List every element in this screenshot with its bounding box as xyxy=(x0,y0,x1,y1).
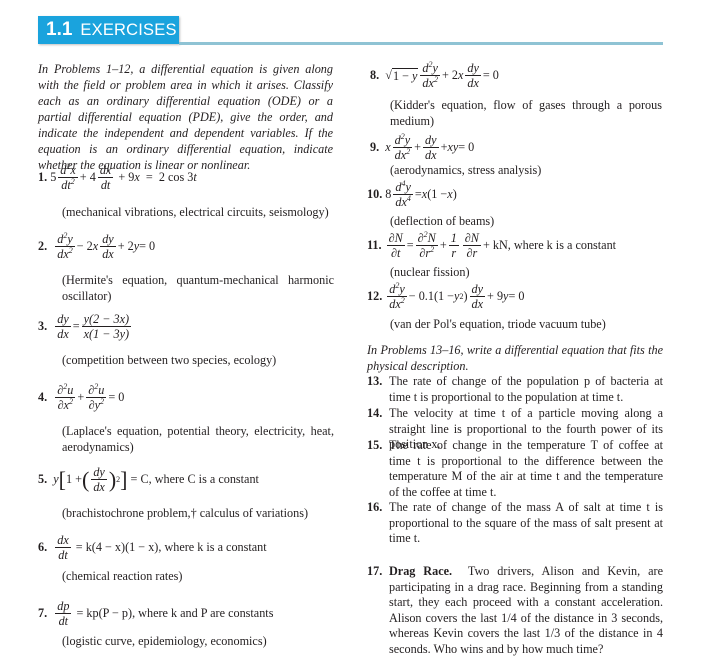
problem-number: 15. xyxy=(367,438,383,452)
problem-6-description: (chemical reaction rates) xyxy=(62,569,183,583)
problem-7-equation: 7. dp dt = kp(P − p), where k and P are c… xyxy=(38,599,274,628)
problem-5-description: (brachistochrone problem,† calculus of v… xyxy=(62,506,309,520)
problem-number: 11. xyxy=(367,238,382,252)
problem-number: 5. xyxy=(38,472,48,486)
problem-3-equation: 3. dy dx = y(2 − 3x) x(1 − 3y) xyxy=(38,312,132,341)
problem-number: 7. xyxy=(38,606,48,620)
problem-16: 16. The rate of change of the mass A of … xyxy=(367,500,663,547)
problem-number: 1. xyxy=(38,170,48,184)
problem-5-equation: 5. y[1 +(dy dx) 2] = C, where C is a const… xyxy=(38,465,259,494)
equation-suffix: + kN, where k is a constant xyxy=(482,238,617,252)
problem-3-description: (competition between two species, ecolog… xyxy=(62,353,277,367)
problem-text: The rate of change of the mass A of salt… xyxy=(389,500,663,545)
equation-suffix: = k(4 − x)(1 − x), where k is a constant xyxy=(75,540,267,554)
intro-problems-1-12: In Problems 1–12, a differential equatio… xyxy=(38,62,333,172)
problem-7-description: (logistic curve, epidemiology, economics… xyxy=(62,634,267,648)
problem-number: 10. xyxy=(367,187,383,201)
problem-title: Drag Race. xyxy=(389,564,453,578)
problem-number: 17. xyxy=(367,564,383,578)
problem-number: 8. xyxy=(370,68,380,82)
problem-2-description: (Hermite's equation, quantum-mechanical … xyxy=(62,273,334,303)
problem-2-equation: 2. d2y dx2− 2 x dy dx + 2y = 0 xyxy=(38,230,156,261)
intro-problems-13-16: In Problems 13–16, write a differential … xyxy=(367,343,663,373)
problem-1-equation: 1. 5 d2x dt2 + 4 dx dt + 9x = 2 cos 3t xyxy=(38,161,197,192)
problem-4-description: (Laplace's equation, potential theory, e… xyxy=(62,424,334,454)
problem-number: 6. xyxy=(38,540,48,554)
problem-text: The rate of change in the temperature T … xyxy=(389,438,663,499)
problem-15: 15. The rate of change in the temperatur… xyxy=(367,438,663,500)
problem-9-equation: 9. x d2y dx2 + dy dx + xy = 0 xyxy=(370,131,475,162)
problem-number: 3. xyxy=(38,319,48,333)
problem-12-description: (van der Pol's equation, triode vacuum t… xyxy=(390,317,606,331)
problem-number: 9. xyxy=(370,140,380,154)
section-number: 1.1 xyxy=(46,19,73,40)
problem-4-equation: 4. ∂2u ∂x2 + ∂2u ∂y2 = 0 xyxy=(38,381,125,412)
problem-number: 2. xyxy=(38,239,48,253)
problem-9-description: (aerodynamics, stress analysis) xyxy=(390,163,542,177)
header-rule xyxy=(179,42,663,45)
problem-8-equation: 8. √ 1 − y d2y dx2 + 2 x dy dx = 0 xyxy=(370,59,499,90)
equation-suffix: = kp(P − p), where k and P are constants xyxy=(76,606,274,620)
problem-number: 14. xyxy=(367,406,383,420)
problem-10-equation: 10. 8 d4y dx4 = x (1 − x) xyxy=(367,178,457,209)
problem-text: Drag Race. Two drivers, Alison and Kevin… xyxy=(389,564,663,657)
problem-number: 12. xyxy=(367,289,383,303)
problem-12-equation: 12. d2y dx2− 0.1(1 − y 2) dy dx + 9y = 0 xyxy=(367,280,525,311)
problem-number: 16. xyxy=(367,500,383,514)
problem-13: 13. The rate of change of the population… xyxy=(367,374,663,405)
section-title: EXERCISES xyxy=(80,20,177,39)
problem-text: The rate of change of the population p o… xyxy=(389,374,663,404)
problem-number: 4. xyxy=(38,390,48,404)
problem-17: 17. Drag Race. Two drivers, Alison and K… xyxy=(367,564,663,657)
problem-10-description: (deflection of beams) xyxy=(390,214,495,228)
problem-8-description: (Kidder's equation, flow of gases throug… xyxy=(390,98,662,128)
problem-11-description: (nuclear fission) xyxy=(390,265,470,279)
section-header: 1.1 EXERCISES xyxy=(38,16,179,44)
problem-number: 13. xyxy=(367,374,383,388)
problem-1-description: (mechanical vibrations, electrical circu… xyxy=(62,205,329,219)
problem-6-equation: 6. dx dt = k(4 − x)(1 − x), where k is a … xyxy=(38,533,267,562)
equation-suffix: = C, where C is a constant xyxy=(130,472,259,486)
problem-11-equation: 11. ∂N ∂t = ∂2N ∂r2 +1 r ∂N ∂r + kN, where k is a… xyxy=(367,229,617,260)
